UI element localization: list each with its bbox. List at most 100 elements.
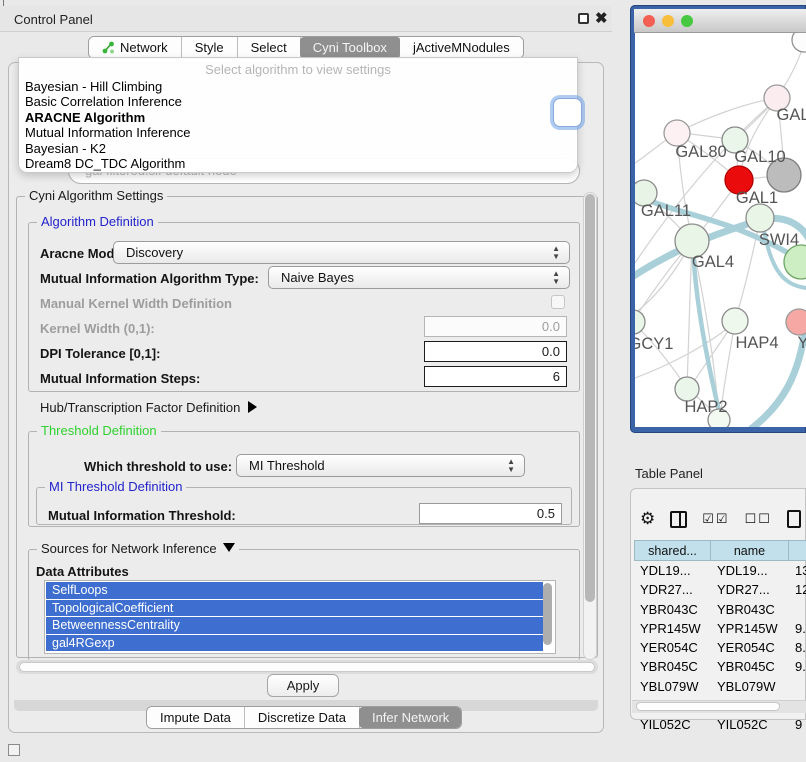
which-threshold-value: MI Threshold — [249, 458, 325, 473]
float-window-icon[interactable] — [578, 13, 589, 24]
data-attribute-item[interactable]: TopologicalCoefficient — [46, 600, 543, 617]
table-row[interactable]: YER054CYER054C8. — [634, 638, 806, 657]
table-row[interactable]: YBR045CYBR045C9. — [634, 657, 806, 676]
control-panel-tabs: Network Style Select Cyni Toolbox jActiveMNo… — [88, 36, 524, 59]
data-attribute-item[interactable]: SelfLoops — [46, 582, 543, 599]
tab-discretize-data[interactable]: Discretize Data — [245, 707, 360, 728]
mi-threshold-definition-legend: MI Threshold Definition — [45, 479, 186, 494]
tab-label: Network — [120, 40, 168, 55]
table-column-header[interactable]: name — [711, 540, 789, 561]
algorithm-popup-item[interactable]: ARACNE Algorithm — [19, 110, 577, 125]
table-row[interactable]: YDL19...YDL19...13 — [634, 561, 806, 580]
mi-steps-input[interactable]: 6 — [424, 366, 567, 387]
algorithm-popup-item[interactable]: Dream8 DC_TDC Algorithm — [19, 156, 577, 171]
network-node[interactable] — [792, 33, 806, 52]
stepper-arrows-icon: ▲▼ — [552, 245, 560, 261]
tab-label: jActiveMNodules — [413, 40, 510, 55]
table-row[interactable]: YDR27...YDR27...12 — [634, 580, 806, 599]
data-attributes-list[interactable]: SelfLoopsTopologicalCoefficientBetweenne… — [44, 580, 556, 654]
network-node-y[interactable] — [786, 309, 806, 335]
which-threshold-select[interactable]: MI Threshold ▲▼ — [236, 454, 525, 477]
manual-kernel-checkbox[interactable] — [551, 295, 565, 309]
table-column-header[interactable]: shared... — [634, 540, 711, 561]
manual-kernel-label: Manual Kernel Width Definition — [40, 296, 232, 311]
close-icon[interactable]: ✖ — [595, 9, 608, 27]
table-panel-title: Table Panel — [635, 466, 703, 481]
settings-hscrollbar-thumb[interactable] — [19, 662, 595, 672]
tab-label: Select — [251, 40, 287, 55]
table-row[interactable]: YPR145WYPR145W9. — [634, 619, 806, 638]
tab-label: Infer Network — [372, 710, 449, 725]
table-hscrollbar-thumb[interactable] — [636, 702, 780, 711]
network-node-label: Y — [797, 334, 806, 352]
table-row[interactable]: YBL079WYBL079W — [634, 677, 806, 696]
mi-threshold-input[interactable]: 0.5 — [419, 503, 562, 524]
table-row[interactable]: YBR043CYBR043C — [634, 600, 806, 619]
tab-network[interactable]: Network — [89, 37, 182, 58]
table-cell: YDL19... — [711, 561, 789, 580]
bottom-left-checkbox[interactable] — [8, 744, 20, 756]
table-cell: YBR043C — [711, 600, 789, 619]
aracne-mode-select[interactable]: Discovery ▲▼ — [113, 241, 570, 264]
table-cell: YDR27... — [711, 580, 789, 599]
sources-legend[interactable]: Sources for Network Inference — [37, 541, 239, 556]
stepper-arrows-icon: ▲▼ — [507, 458, 515, 474]
table-cell: 9 — [789, 715, 806, 734]
table-cell: 8. — [789, 638, 806, 657]
tab-label: Cyni Toolbox — [313, 40, 387, 55]
checked-pair-icon[interactable]: ☑☑ — [702, 511, 729, 527]
network-node-hap4[interactable] — [722, 308, 748, 334]
threshold-definition-legend: Threshold Definition — [37, 423, 161, 438]
hub-definition-expander[interactable]: Hub/Transcription Factor Definition — [40, 400, 257, 415]
table-cell: 13 — [789, 561, 806, 580]
table-cell: YBL079W — [711, 677, 789, 696]
network-node-label: GAL — [776, 106, 806, 124]
network-node-label: HAP4 — [735, 334, 778, 352]
table-column-header[interactable] — [789, 540, 806, 561]
dpi-tolerance-input[interactable]: 0.0 — [424, 341, 567, 362]
document-icon[interactable] — [787, 510, 801, 528]
table-row[interactable]: YIL052CYIL052C9 — [634, 715, 806, 734]
data-attribute-item[interactable]: BetweennessCentrality — [46, 617, 543, 634]
columns-icon[interactable] — [670, 511, 687, 528]
mi-threshold-label: Mutual Information Threshold: — [48, 508, 236, 523]
network-node-gcy1[interactable] — [635, 310, 645, 334]
algorithm-popup-item[interactable]: Mutual Information Inference — [19, 125, 577, 140]
network-canvas[interactable]: GALGAL80GAL10GAL1GAL11SWI4GAL4GCY1HAP4YH… — [635, 33, 806, 427]
tab-label: Style — [195, 40, 224, 55]
tab-style[interactable]: Style — [182, 37, 238, 58]
network-node-label: GAL11 — [641, 202, 691, 220]
table-cell: YBR045C — [634, 657, 711, 676]
focused-stepper-button[interactable] — [553, 98, 582, 127]
table-header-row: shared...name — [634, 540, 806, 561]
network-node-swi4[interactable] — [746, 204, 774, 232]
algorithm-popup-item[interactable]: Basic Correlation Inference — [19, 94, 577, 109]
cyni-bottom-tabs: Impute DataDiscretize Data Infer Network — [146, 706, 462, 729]
mi-type-select[interactable]: Naive Bayes ▲▼ — [268, 266, 570, 289]
attr-list-scrollbar[interactable] — [543, 583, 552, 645]
apply-button[interactable]: Apply — [267, 674, 339, 697]
dpi-tolerance-label: DPI Tolerance [0,1]: — [40, 346, 160, 361]
kernel-width-input[interactable]: 0.0 — [424, 316, 567, 337]
settings-vscrollbar-thumb[interactable] — [585, 194, 595, 602]
tab-select[interactable]: Select — [238, 37, 301, 58]
zoom-traffic-light-icon[interactable] — [681, 15, 693, 27]
close-traffic-light-icon[interactable] — [643, 15, 655, 27]
tab-impute-data[interactable]: Impute Data — [147, 707, 245, 728]
data-attribute-item[interactable]: gal4RGexp — [46, 635, 543, 652]
algorithm-popup-item[interactable]: Bayesian - Hill Climbing — [19, 79, 577, 94]
kernel-width-label: Kernel Width (0,1): — [40, 321, 155, 336]
tab-jactivemnodules[interactable]: jActiveMNodules — [400, 37, 523, 58]
data-attributes-label: Data Attributes — [36, 564, 129, 579]
network-node-label: GCY1 — [635, 335, 673, 353]
table-cell: YDL19... — [634, 561, 711, 580]
network-window-titlebar[interactable] — [634, 9, 806, 33]
gear-icon[interactable]: ⚙ — [640, 509, 655, 529]
table-panel-toolbar: ⚙ ☑☑ ☐☐ — [640, 505, 806, 533]
table-cell: YIL052C — [711, 715, 789, 734]
algorithm-popup-item[interactable]: Bayesian - K2 — [19, 141, 577, 156]
tab-cyni-toolbox[interactable]: Cyni Toolbox — [300, 37, 401, 58]
minimize-traffic-light-icon[interactable] — [662, 15, 674, 27]
unchecked-pair-icon[interactable]: ☐☐ — [745, 511, 772, 527]
tab-infer-network[interactable]: Infer Network — [359, 707, 462, 728]
